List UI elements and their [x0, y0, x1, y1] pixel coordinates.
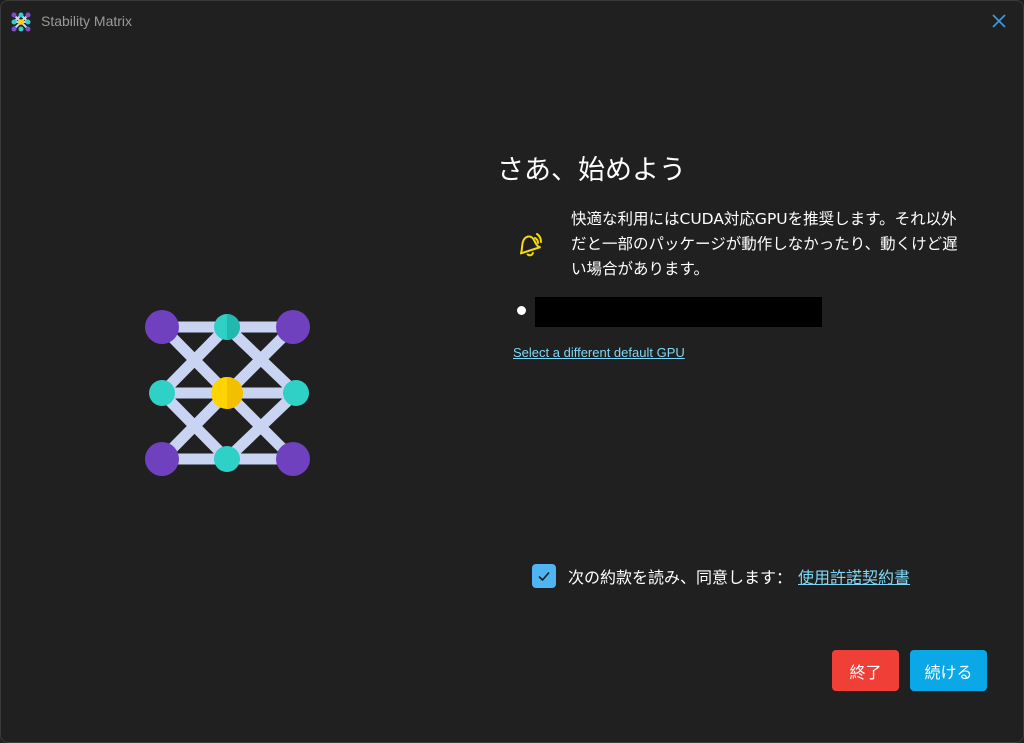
select-gpu-link[interactable]: Select a different default GPU: [513, 345, 685, 360]
license-agreement-row: 次の約款を読み、同意します： 使用許諾契約書: [532, 563, 910, 589]
app-window: Stability Matrix さあ、始めよう 快適な利用にはCUDA対応GP…: [0, 0, 1024, 743]
close-icon[interactable]: [989, 11, 1009, 31]
page-heading: さあ、始めよう: [497, 155, 686, 186]
checkmark-icon: [538, 571, 550, 582]
app-logo-icon: [11, 12, 31, 32]
title-bar: Stability Matrix: [1, 1, 1023, 43]
license-link[interactable]: 使用許諾契約書: [798, 564, 910, 588]
gpu-warning-text: 快適な利用にはCUDA対応GPUを推奨します。それ以外だと一部のパッケージが動作…: [571, 210, 958, 278]
window-title: Stability Matrix: [41, 13, 133, 29]
continue-button[interactable]: 続ける: [910, 650, 987, 691]
agree-label: 次の約款を読み、同意します：: [568, 568, 793, 587]
stability-matrix-logo-illustration: [145, 310, 310, 476]
agree-checkbox[interactable]: [532, 564, 556, 588]
gpu-name-redacted: [535, 297, 822, 327]
gpu-list-bullet: [517, 306, 526, 315]
quit-button[interactable]: 終了: [832, 650, 899, 691]
bell-alert-icon: [519, 233, 542, 257]
